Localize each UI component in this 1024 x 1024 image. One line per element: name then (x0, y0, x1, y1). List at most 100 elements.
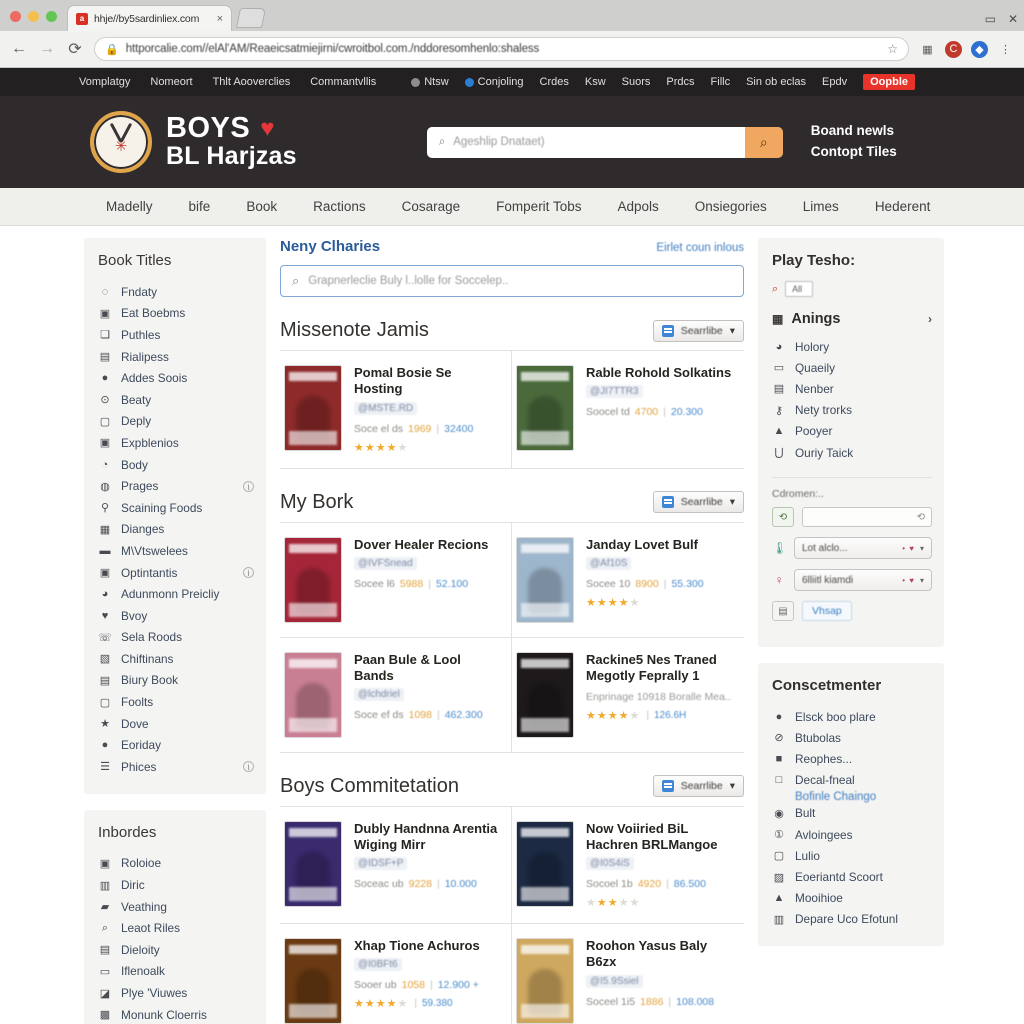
sidebar-item-adunmonn-preicliy[interactable]: ◕ Adunmonn Preicliy (98, 583, 254, 605)
header-link-0[interactable]: Boand newls (811, 121, 897, 142)
sidebar-item-body[interactable]: ◔ Body (98, 454, 254, 476)
grid-icon[interactable]: ▦ (919, 41, 936, 58)
topbar-right-link-1[interactable]: Conjoling (464, 76, 524, 88)
book-card[interactable]: Dover Healer Recions @IVFSnead Socee l6 598… (280, 522, 512, 638)
book-author[interactable]: @MSTE.RD (354, 401, 418, 415)
nav-item-2[interactable]: Book (228, 199, 295, 214)
back-button[interactable]: ← (10, 40, 28, 58)
close-window-icon[interactable]: ✕ (1008, 12, 1018, 26)
topbar-link-3[interactable]: Commantvllis (310, 76, 376, 88)
right-text-input[interactable]: ⟲ (802, 507, 932, 528)
book-card[interactable]: Rable Rohold Solkatins @JI7TTR3 Soocel td 4… (512, 351, 744, 469)
refresh-icon[interactable]: ⟲ (772, 507, 794, 528)
chevron-down-icon[interactable]: ▾ (730, 780, 735, 792)
book-title[interactable]: Roohon Yasus Baly B6zx (586, 938, 734, 971)
right-group-header[interactable]: ▦ Anings › (772, 311, 932, 327)
book-cover[interactable] (516, 536, 574, 623)
close-window-button[interactable] (10, 11, 21, 22)
new-tab-button[interactable] (235, 8, 267, 28)
sidebar-item-nenber[interactable]: ▤ Nenber (772, 378, 932, 399)
nav-item-0[interactable]: Madelly (88, 199, 171, 214)
sidebar-item-dianges[interactable]: ▦ Dianges (98, 519, 254, 541)
center-search-input[interactable]: ⌕ Grapnerleclie Buly l..lolle for Soccel… (280, 265, 744, 297)
menu-icon[interactable]: ⋮ (997, 41, 1014, 58)
book-card[interactable]: Now Voiiried BiL Hachren BRLMangoe @I0S4i… (512, 807, 744, 924)
topbar-right-link-6[interactable]: Fillc (711, 76, 731, 88)
sort-dropdown-button[interactable]: Searrlibe ▾ (652, 319, 744, 342)
nav-item-3[interactable]: Ractions (295, 199, 384, 214)
sidebar-item-puthles[interactable]: ❏ Puthles (98, 324, 254, 346)
sidebar-item-dove[interactable]: ★ Dove (98, 713, 254, 735)
sidebar-item-elsck-boo-plare[interactable]: ● Elsck boo plare (772, 706, 932, 727)
sidebar-item-eoriday[interactable]: ● Eoriday (98, 734, 254, 756)
sidebar-item-btubolas[interactable]: ⊘ Btubolas (772, 727, 932, 748)
book-title[interactable]: Rable Rohold Solkatins (586, 365, 734, 381)
center-top-link[interactable]: Eirlet coun inlous (656, 242, 744, 254)
right-filter-chip[interactable]: All (785, 281, 814, 297)
site-logo[interactable]: ✳ BOYS ♥ BL Harjzas (20, 111, 297, 173)
right-action-link[interactable]: Vhsap (802, 601, 852, 622)
chevron-down-icon[interactable]: ▾ (730, 325, 735, 337)
sidebar-item-expblenios[interactable]: ▣ Expblenios (98, 432, 254, 454)
book-card[interactable]: Rackine5 Nes Traned Megotly Feprally 1 En… (512, 638, 744, 753)
sidebar-item-m-vtswelees[interactable]: ▬ M\Vtswelees (98, 540, 254, 562)
sidebar-item-veathing[interactable]: ▰ Veathing (98, 896, 254, 918)
topbar-link-1[interactable]: Nomeort (150, 76, 192, 88)
profile-icon[interactable]: ◆ (971, 40, 988, 58)
book-card[interactable]: Dubly Handnna Arentia Wiging Mirr @IDSF+P… (280, 806, 512, 924)
restore-window-icon[interactable]: ▭ (985, 12, 996, 26)
topbar-cta-chip[interactable]: Oopble (863, 74, 915, 90)
book-cover[interactable] (284, 536, 342, 623)
book-author[interactable]: @lchdriel (354, 688, 404, 701)
book-cover[interactable] (284, 651, 342, 738)
sidebar-item-quaeily[interactable]: ▭ Quaeily (772, 357, 932, 378)
window-traffic-lights[interactable] (8, 11, 67, 31)
sidebar-item-diric[interactable]: ▥ Diric (98, 874, 254, 896)
sidebar-item-mooihioe[interactable]: ▲ Mooihioe (772, 888, 932, 909)
book-cover[interactable] (284, 938, 342, 1024)
book-title[interactable]: Pomal Bosie Se Hosting (354, 365, 501, 398)
sidebar-item-ouriy-taick[interactable]: ⋃ Ouriy Taick (772, 442, 932, 463)
sidebar-item-fndaty[interactable]: ◌ Fndaty (98, 281, 254, 303)
book-author[interactable]: @IDSF+P (354, 857, 408, 870)
sidebar-item-bult[interactable]: ◉ Bult (772, 803, 932, 824)
sidebar-item-depare-uco-efotunl[interactable]: ▥ Depare Uco Efotunl (772, 909, 932, 930)
topbar-right-link-8[interactable]: Epdv (822, 76, 847, 88)
book-title[interactable]: Xhap Tione Achuros (354, 938, 501, 954)
sidebar-item-chiftinans[interactable]: ▧ Chiftinans (98, 648, 254, 670)
right-search-row[interactable]: ⌕ All (772, 281, 932, 297)
topbar-right-link-0[interactable]: Ntsw (411, 76, 449, 88)
sidebar-item-prages[interactable]: ◍ Prages i (98, 475, 254, 497)
book-author[interactable]: @I5.9Ssiel (586, 974, 643, 988)
sidebar-item-monunk-cloerris[interactable]: ▩ Monunk Cloerris (98, 1004, 254, 1024)
sidebar-item-plye-viuwes[interactable]: ◪ Plye 'Viuwes (98, 982, 254, 1004)
sidebar-sublink[interactable]: Bofinle Chaingo (772, 791, 932, 803)
sidebar-item-eat-boebms[interactable]: ▣ Eat Boebms (98, 303, 254, 325)
tab-close-icon[interactable]: × (215, 13, 225, 25)
sidebar-item-phices[interactable]: ☰ Phices i (98, 756, 254, 778)
sidebar-item-scaining-foods[interactable]: ⚲ Scaining Foods (98, 497, 254, 519)
sidebar-item-holory[interactable]: ◕ Holory (772, 336, 932, 357)
sidebar-item-deply[interactable]: ▢ Deply (98, 411, 254, 433)
nav-item-4[interactable]: Cosarage (384, 199, 479, 214)
sidebar-item-pooyer[interactable]: ▲ Pooyer (772, 421, 932, 442)
nav-item-7[interactable]: Onsiegories (677, 199, 785, 214)
book-title[interactable]: Dover Healer Recions (354, 537, 501, 553)
nav-item-8[interactable]: Limes (785, 199, 857, 214)
minimize-window-button[interactable] (28, 11, 39, 22)
sidebar-item-leaot-riles[interactable]: ⌕ Leaot Riles (98, 917, 254, 939)
book-card[interactable]: Paan Bule & Lool Bands @lchdriel Soce ef d… (280, 637, 512, 753)
book-title[interactable]: Dubly Handnna Arentia Wiging Mirr (354, 821, 501, 854)
book-author[interactable]: @Af10S (586, 556, 632, 570)
sidebar-item-rialipess[interactable]: ▤ Rialipess (98, 346, 254, 368)
chevron-right-icon[interactable]: › (928, 312, 932, 326)
book-cover[interactable] (516, 938, 574, 1024)
sidebar-item-nety-trorks[interactable]: ⚷ Nety trorks (772, 400, 932, 421)
sidebar-item-iflenoalk[interactable]: ▭ Iflenoalk (98, 961, 254, 983)
extension-icon[interactable]: C (945, 40, 962, 58)
chevron-down-icon[interactable]: ▾ (920, 576, 924, 585)
sidebar-item-biury-book[interactable]: ▤ Biury Book (98, 670, 254, 692)
maximize-window-button[interactable] (46, 11, 57, 22)
forward-button[interactable]: → (38, 40, 56, 58)
book-title[interactable]: Rackine5 Nes Traned Megotly Feprally 1 (586, 652, 734, 685)
